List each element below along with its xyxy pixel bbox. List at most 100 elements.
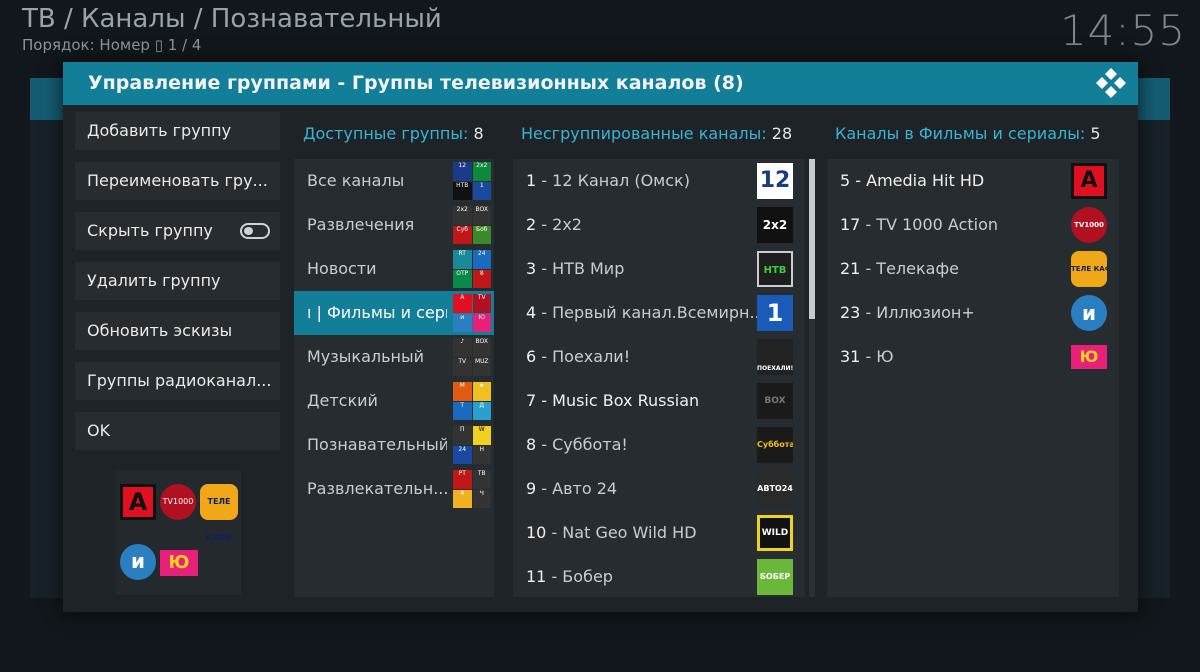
group-item-thumbnail: П W 24 Н — [453, 426, 491, 464]
group-item-label: Познавательный — [307, 435, 447, 454]
channel-number: 7 — [526, 391, 537, 410]
channel-name: - Amedia Hit HD — [850, 171, 985, 190]
ok-button[interactable]: OK — [75, 412, 280, 450]
channel-logo: НТВ — [757, 251, 793, 287]
ungrouped-channels-header: Несгруппированные каналы: 28 — [521, 124, 792, 143]
channel-number: 3 — [526, 259, 537, 278]
radio-groups-button[interactable]: Группы радиоканал... — [75, 362, 280, 400]
channel-item[interactable]: 8 - Суббота! Суббота! — [513, 423, 805, 467]
rename-group-button[interactable]: Переименовать гру... — [75, 162, 280, 200]
channel-name: - Первый канал.Всемирн... — [536, 303, 762, 322]
channel-item[interactable]: 1 - 12 Канал (Омск) 12 — [513, 159, 805, 203]
channel-item[interactable]: 11 - Бобер БОБЕР — [513, 555, 805, 597]
group-item-label: ı | Фильмы и сериалы — [307, 303, 447, 322]
group-item-thumbnail: ♪ BOX TV MUZ — [453, 338, 491, 376]
channel-item[interactable]: 17 - TV 1000 Action TV1000 — [827, 203, 1119, 247]
channel-item[interactable]: 4 - Первый канал.Всемирн... 1 — [513, 291, 805, 335]
channel-item[interactable]: 10 - Nat Geo Wild HD WILD — [513, 511, 805, 555]
channel-item[interactable]: 2 - 2x2 2x2 — [513, 203, 805, 247]
channel-name: - Поехали! — [536, 347, 631, 366]
kodi-logo-icon — [1096, 68, 1126, 98]
channel-logo: BOX — [757, 383, 793, 419]
channel-item[interactable]: 6 - Поехали! ПОЕХАЛИ! — [513, 335, 805, 379]
channel-name: - Nat Geo Wild HD — [546, 523, 697, 542]
group-channels-label: Каналы в Фильмы и сериалы: — [835, 124, 1086, 143]
group-item-label: Развлечения — [307, 215, 415, 234]
channel-number: 17 — [840, 215, 861, 234]
channel-name: - Ю — [860, 347, 894, 366]
channel-number: 4 — [526, 303, 537, 322]
group-item-label: Все каналы — [307, 171, 405, 190]
hide-group-toggle[interactable] — [240, 223, 270, 239]
channel-logo: ТЕЛЕ КАФЕ — [1071, 251, 1107, 287]
dialog-title: Управление группами - Группы телевизионн… — [88, 72, 744, 94]
group-item[interactable]: Развлекательн... РТ ТВ 4 Ч — [294, 467, 494, 511]
channel-name: - Иллюзион+ — [860, 303, 975, 322]
group-item-label: Детский — [307, 391, 378, 410]
group-channels-header: Каналы в Фильмы и сериалы: 5 — [835, 124, 1101, 143]
add-group-button[interactable]: Добавить группу — [75, 112, 280, 150]
channel-item[interactable]: 9 - Авто 24 АВТО24 — [513, 467, 805, 511]
channel-logo: 12 — [757, 163, 793, 199]
channel-number: 9 — [526, 479, 537, 498]
channel-logo: БОБЕР — [757, 559, 793, 595]
channel-name: - 12 Канал (Омск) — [536, 171, 690, 190]
channel-item[interactable]: 31 - Ю Ю — [827, 335, 1119, 379]
thumb-logo-yu: Ю — [160, 550, 198, 576]
group-item-label: Развлекательн... — [307, 479, 447, 498]
ungrouped-scrollbar[interactable] — [809, 159, 815, 597]
group-item-thumbnail: A TV и Ю — [453, 294, 491, 332]
channel-name: - Телекафе — [860, 259, 959, 278]
thumb-logo-amedia: A — [120, 484, 156, 520]
clock: 14:55 — [1059, 6, 1186, 55]
thumb-logo-illuzion: и — [120, 544, 156, 580]
available-groups-list: Все каналы 12 2x2 НТВ 1 Развлечения 2x2 BOX С… — [294, 159, 494, 597]
channel-item[interactable]: 21 - Телекафе ТЕЛЕ КАФЕ — [827, 247, 1119, 291]
channel-logo: TV1000 — [1071, 207, 1107, 243]
channel-logo: WILD — [757, 515, 793, 551]
thumb-logo-telekafe: ТЕЛЕ КАФЕ — [200, 484, 238, 542]
available-groups-count: 8 — [473, 124, 484, 143]
delete-group-button[interactable]: Удалить группу — [75, 262, 280, 300]
channel-number: 21 — [840, 259, 861, 278]
channel-logo: 2x2 — [757, 207, 793, 243]
channel-item[interactable]: 3 - НТВ Мир НТВ — [513, 247, 805, 291]
group-item[interactable]: Новости RT 24 ОТР 8 — [294, 247, 494, 291]
channel-name: - TV 1000 Action — [860, 215, 999, 234]
group-item[interactable]: Музыкальный ♪ BOX TV MUZ — [294, 335, 494, 379]
group-item-thumbnail: 2x2 BOX Суб Боб — [453, 206, 491, 244]
group-item-thumbnail: 12 2x2 НТВ 1 — [453, 162, 491, 200]
channel-name: - Авто 24 — [536, 479, 618, 498]
hide-group-button[interactable]: Скрыть группу — [75, 212, 280, 250]
group-thumbnail: A TV1000 ТЕЛЕ КАФЕ и Ю — [116, 470, 241, 595]
ungrouped-channels-label: Несгруппированные каналы: — [521, 124, 767, 143]
channel-item[interactable]: 7 - Music Box Russian BOX — [513, 379, 805, 423]
channel-number: 23 — [840, 303, 861, 322]
channel-logo: 1 — [757, 295, 793, 331]
group-item[interactable]: Познавательный П W 24 Н — [294, 423, 494, 467]
channel-logo: ПОЕХАЛИ! — [757, 339, 793, 375]
group-item[interactable]: Детский М ★ Т Д — [294, 379, 494, 423]
available-groups-header: Доступные группы: 8 — [303, 124, 484, 143]
channel-name: - Бобер — [546, 567, 613, 586]
group-channels-count: 5 — [1090, 124, 1101, 143]
channel-number: 11 — [526, 567, 547, 586]
channel-item[interactable]: 23 - Иллюзион+ и — [827, 291, 1119, 335]
background-header: ТВ / Каналы / Познавательный Порядок: Но… — [0, 0, 1200, 64]
channel-item[interactable]: 5 - Amedia Hit HD A — [827, 159, 1119, 203]
hide-group-label: Скрыть группу — [87, 221, 213, 240]
group-item-thumbnail: М ★ Т Д — [453, 382, 491, 420]
dialog-title-bar: Управление группами - Группы телевизионн… — [63, 62, 1138, 105]
available-groups-label: Доступные группы: — [303, 124, 469, 143]
channel-number: 6 — [526, 347, 537, 366]
ungrouped-scrollbar-thumb[interactable] — [809, 159, 815, 319]
channel-number: 10 — [526, 523, 547, 542]
group-item-selected[interactable]: ı | Фильмы и сериалы ATVиЮ — [294, 291, 494, 335]
refresh-thumbnails-button[interactable]: Обновить эскизы — [75, 312, 280, 350]
channel-number: 5 — [840, 171, 851, 190]
group-item[interactable]: Все каналы 12 2x2 НТВ 1 — [294, 159, 494, 203]
channel-logo: Суббота! — [757, 427, 793, 463]
group-item-thumbnail: РТ ТВ 4 Ч — [453, 470, 491, 508]
channel-name: - Music Box Russian — [536, 391, 700, 410]
group-item[interactable]: Развлечения 2x2 BOX Суб Боб — [294, 203, 494, 247]
